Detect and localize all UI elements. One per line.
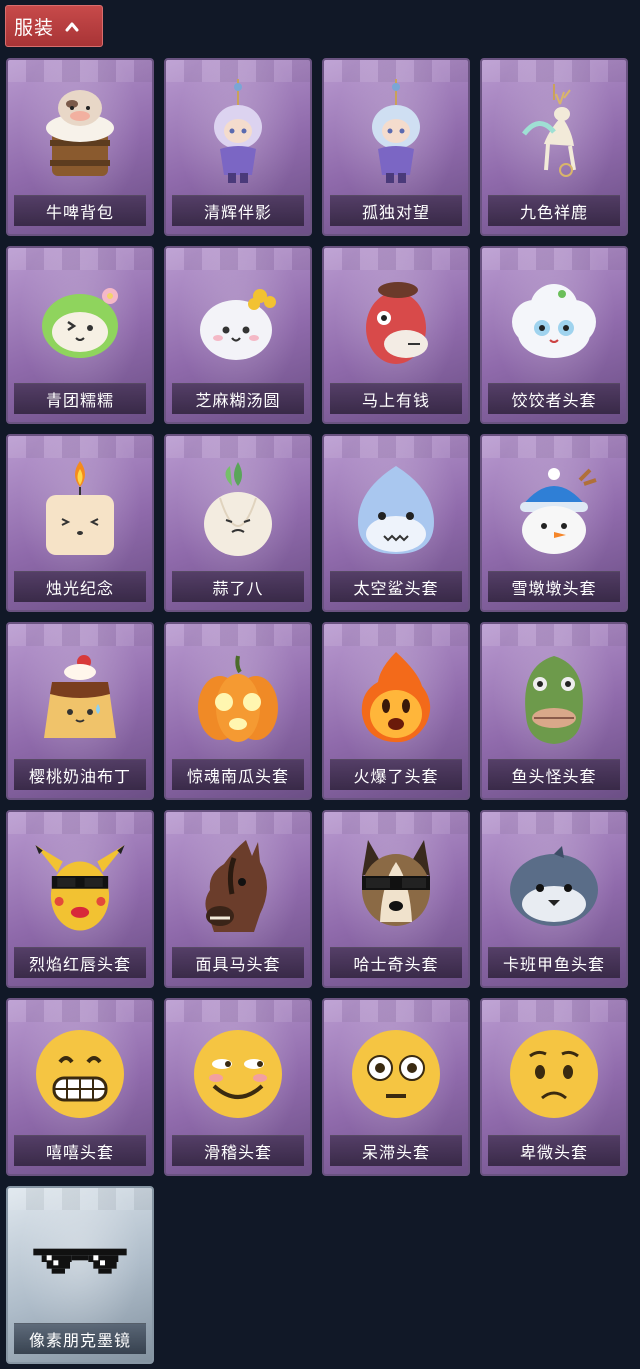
costume-item-label: 卑微头套	[488, 1135, 620, 1166]
costume-item-card[interactable]: 雪墩墩头套	[480, 434, 628, 612]
costume-item-label: 孤独对望	[330, 195, 462, 226]
grin-emoji-head-icon	[30, 1024, 130, 1124]
red-horse-mask-icon	[346, 272, 446, 372]
pumpkin-head-icon	[188, 648, 288, 748]
costume-item-card[interactable]: 孤独对望	[322, 58, 470, 236]
costume-item-label: 牛啤背包	[14, 195, 146, 226]
snowman-head-icon	[504, 460, 604, 560]
costume-item-label: 滑稽头套	[172, 1135, 304, 1166]
costume-item-label: 烛光纪念	[14, 571, 146, 602]
costume-item-label: 呆滞头套	[330, 1135, 462, 1166]
costume-item-label: 马上有钱	[330, 383, 462, 414]
costume-item-card[interactable]: 哈士奇头套	[322, 810, 470, 988]
costume-item-label: 惊魂南瓜头套	[172, 759, 304, 790]
costume-item-card[interactable]: 马上有钱	[322, 246, 470, 424]
pudding-icon	[30, 648, 130, 748]
costume-item-card[interactable]: 鱼头怪头套	[480, 622, 628, 800]
costume-item-card[interactable]: 惊魂南瓜头套	[164, 622, 312, 800]
costume-item-card[interactable]: 火爆了头套	[322, 622, 470, 800]
costume-item-label: 烈焰红唇头套	[14, 947, 146, 978]
horse-head-mask-icon	[188, 836, 288, 936]
costume-item-label: 清辉伴影	[172, 195, 304, 226]
white-cloud-head-icon	[504, 272, 604, 372]
costume-item-label: 饺饺者头套	[488, 383, 620, 414]
costume-item-card[interactable]: 九色祥鹿	[480, 58, 628, 236]
costume-inventory-page: 服装 牛啤背包 清辉伴影 孤独对望 九色祥鹿 青团糯糯 芝麻糊汤圆 马上有钱 饺…	[0, 0, 640, 1369]
dog-head-icon	[346, 836, 446, 936]
costume-item-label: 雪墩墩头套	[488, 571, 620, 602]
rice-ball-icon	[188, 272, 288, 372]
costume-item-card[interactable]: 烛光纪念	[6, 434, 154, 612]
costume-item-label: 卡班甲鱼头套	[488, 947, 620, 978]
costume-item-label: 九色祥鹿	[488, 195, 620, 226]
costume-item-card[interactable]: 青团糯糯	[6, 246, 154, 424]
costume-item-card[interactable]: 卑微头套	[480, 998, 628, 1176]
deer-charm-icon	[504, 84, 604, 184]
blue-figure-charm-icon	[346, 79, 446, 184]
costume-item-card[interactable]: 清辉伴影	[164, 58, 312, 236]
costume-item-label: 蒜了八	[172, 571, 304, 602]
candle-icon	[30, 460, 130, 560]
costume-item-label: 火爆了头套	[330, 759, 462, 790]
fire-head-icon	[346, 648, 446, 748]
costume-item-label: 面具马头套	[172, 947, 304, 978]
garlic-icon	[188, 460, 288, 560]
costume-item-label: 樱桃奶油布丁	[14, 759, 146, 790]
green-dumpling-icon	[30, 272, 130, 372]
costume-tab-label: 服装	[14, 16, 55, 39]
costume-item-label: 青团糯糯	[14, 383, 146, 414]
costume-item-card[interactable]: 牛啤背包	[6, 58, 154, 236]
costume-item-label: 嘻嘻头套	[14, 1135, 146, 1166]
costume-item-card[interactable]: 太空鲨头套	[322, 434, 470, 612]
cow-beer-barrel-icon	[30, 84, 130, 184]
costume-item-label: 鱼头怪头套	[488, 759, 620, 790]
costume-item-label: 哈士奇头套	[330, 947, 462, 978]
costume-item-label: 芝麻糊汤圆	[172, 383, 304, 414]
costume-item-label: 太空鲨头套	[330, 571, 462, 602]
costume-item-card[interactable]: 芝麻糊汤圆	[164, 246, 312, 424]
costume-item-label: 像素朋克墨镜	[14, 1323, 146, 1354]
costume-item-card[interactable]: 樱桃奶油布丁	[6, 622, 154, 800]
chevron-up-icon	[64, 18, 80, 34]
costume-item-card[interactable]: 像素朋克墨镜	[6, 1186, 154, 1364]
costume-item-card[interactable]: 卡班甲鱼头套	[480, 810, 628, 988]
costume-item-card[interactable]: 饺饺者头套	[480, 246, 628, 424]
costume-item-card[interactable]: 烈焰红唇头套	[6, 810, 154, 988]
flushed-emoji-head-icon	[346, 1024, 446, 1124]
white-hair-figure-charm-icon	[188, 79, 288, 184]
fish-face-head-icon	[504, 836, 604, 936]
costume-category-tab[interactable]: 服装	[5, 5, 103, 47]
costume-item-card[interactable]: 蒜了八	[164, 434, 312, 612]
smug-emoji-head-icon	[188, 1024, 288, 1124]
costume-item-card[interactable]: 面具马头套	[164, 810, 312, 988]
costume-item-card[interactable]: 呆滞头套	[322, 998, 470, 1176]
shark-head-icon	[346, 460, 446, 560]
costume-item-card[interactable]: 滑稽头套	[164, 998, 312, 1176]
costume-item-card[interactable]: 嘻嘻头套	[6, 998, 154, 1176]
pleading-emoji-head-icon	[504, 1024, 604, 1124]
fish-head-icon	[504, 648, 604, 748]
yellow-mouse-head-icon	[30, 836, 130, 936]
pixel-sunglasses-icon	[30, 1212, 130, 1312]
